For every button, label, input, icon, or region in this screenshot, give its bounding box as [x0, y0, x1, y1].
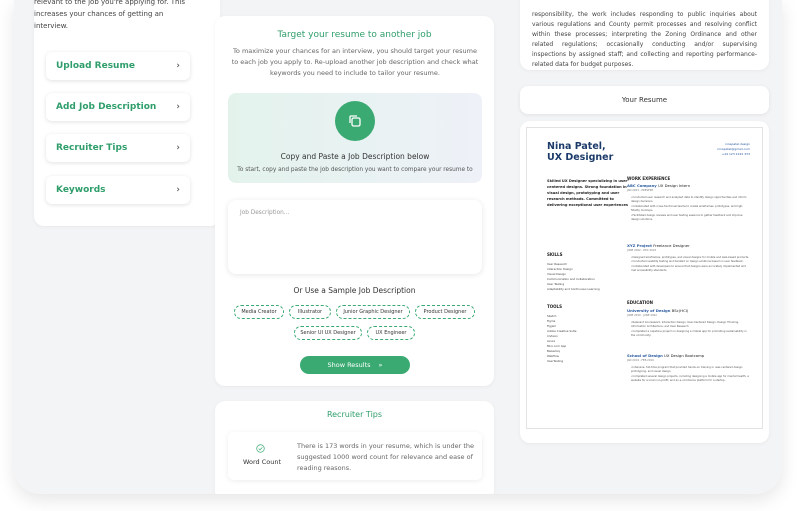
resume-name: Nina Patel, UX Designer — [547, 141, 614, 163]
resume-job-2-bullets: Designed wireframes, prototypes, and vis… — [631, 256, 751, 274]
resume-tools-list: Sketch Figma Figjam Adobe Creative Suite In… — [547, 314, 577, 363]
resume-skills-list: User Research Interaction Design Visual De… — [547, 262, 600, 291]
resume-edu-2: School of Design UX Design Bootcamp — [627, 353, 705, 358]
resume-tools-heading: TOOLS — [547, 304, 562, 309]
resume-edu-2-bullets: Intensive, full-time program that provid… — [631, 366, 751, 384]
recruiter-tips-label: Recruiter Tips — [56, 143, 128, 153]
resume-skills-heading: SKILLS — [547, 252, 563, 257]
word-count-label: Word Count — [242, 458, 282, 466]
resume-job-2: XYZ Project Freelance Designer — [627, 243, 690, 248]
job-description-preview-text: responsibility, the work includes respon… — [532, 11, 757, 68]
add-job-description-button[interactable]: Add Job Description › — [46, 93, 190, 121]
keywords-label: Keywords — [56, 185, 106, 195]
resume-job-1-date: JAN 2023 - PRESENT — [627, 189, 654, 192]
resume-edu-1-bullets: Relevant Coursework: Interaction Design,… — [631, 321, 751, 339]
upload-resume-label: Upload Resume — [56, 61, 135, 71]
sample-title: Or Use a Sample Job Description — [293, 286, 416, 295]
check-circle-icon — [256, 444, 265, 455]
chevron-right-icon: › — [176, 61, 180, 71]
left-intro-text: relevant to the job you're applying for.… — [34, 0, 186, 30]
target-title: Target your resume to another job — [277, 30, 432, 40]
app-frame: relevant to the job you're applying for.… — [14, 0, 782, 494]
word-count-text: There is 173 words in your resume, which… — [297, 442, 475, 472]
your-resume-header: Your Resume — [520, 86, 769, 114]
sample-chip-illustrator[interactable]: Illustrator — [289, 305, 331, 319]
recruiter-tips-button[interactable]: Recruiter Tips › — [46, 134, 190, 162]
sample-chip-senior-ui-ux-designer[interactable]: Senior UI UX Designer — [294, 326, 362, 340]
double-chevron-right-icon: » — [378, 361, 383, 369]
sample-chip-junior-graphic-designer[interactable]: Junior Graphic Designer — [336, 305, 410, 319]
job-description-input[interactable] — [228, 200, 482, 274]
keywords-button[interactable]: Keywords › — [46, 176, 190, 204]
copy-icon[interactable] — [335, 101, 375, 141]
resume-edu-1-date: JUNE 2019 - JUNE 2022 — [627, 314, 657, 317]
target-description: To maximize your chances for an intervie… — [231, 47, 479, 77]
chevron-right-icon: › — [176, 143, 180, 153]
resume-job-1: ABC Company UX Design Intern — [627, 183, 691, 188]
recruiter-tips-title: Recruiter Tips — [326, 410, 383, 419]
show-results-label: Show Results — [327, 361, 371, 369]
resume-summary: Skilled UX Designer specializing in user… — [547, 179, 629, 207]
resume-edu-2-date: JAN 2019 - FEB 2019 — [627, 359, 654, 362]
add-job-description-label: Add Job Description — [56, 102, 157, 112]
sample-chip-product-designer[interactable]: Product Designer — [415, 305, 475, 319]
resume-job-1-bullets: Conducted user research and analyzed dat… — [631, 196, 751, 222]
resume-job-2-date: JUNE 2022 - DEC 2022 — [627, 249, 657, 252]
resume-education-heading: EDUCATION — [627, 300, 653, 305]
upload-resume-button[interactable]: Upload Resume › — [46, 52, 190, 80]
resume-contact: ninapatel.design ninapatel@gmail.com +44… — [717, 142, 750, 156]
resume-work-heading: WORK EXPERIENCE — [627, 176, 671, 181]
chevron-right-icon: › — [176, 185, 180, 195]
show-results-button[interactable]: Show Results » — [300, 356, 410, 374]
chevron-right-icon: › — [176, 102, 180, 112]
resume-edu-1: University of Design BSc(HCI) — [627, 308, 689, 313]
sample-chip-media-creator[interactable]: Media Creator — [234, 305, 284, 319]
sample-chip-ux-engineer[interactable]: UX Engineer — [367, 326, 415, 340]
resume-preview[interactable]: Nina Patel, UX Designer ninapatel.design… — [526, 127, 763, 429]
paste-subtitle: To start, copy and paste the job descrip… — [237, 167, 473, 173]
paste-title: Copy and Paste a Job Description below — [280, 152, 430, 161]
